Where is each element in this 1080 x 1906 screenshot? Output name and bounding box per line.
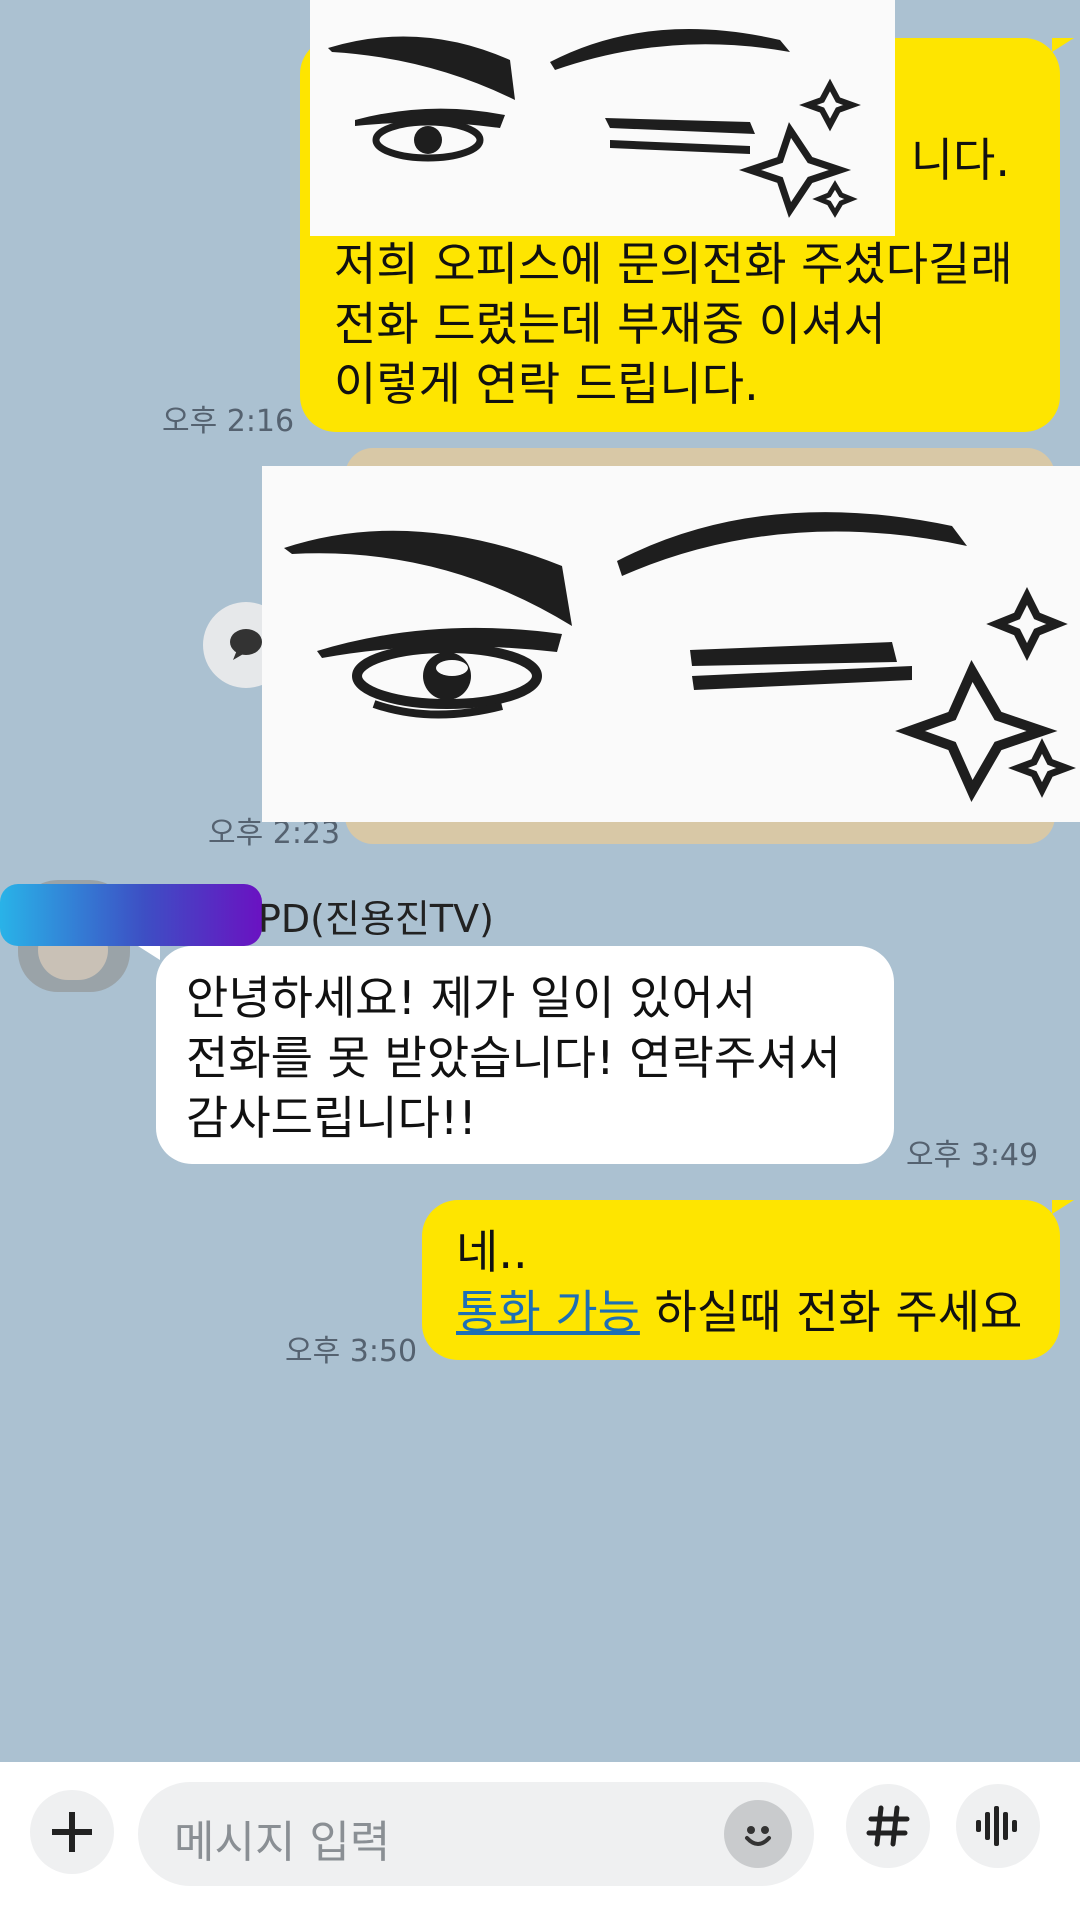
message-line: 저희 오피스에 문의전화 주셨다길래: [334, 237, 1013, 291]
name-censor-bar: [0, 884, 262, 946]
voice-icon: [976, 1806, 1017, 1846]
sender-name: PD(진용진TV): [258, 897, 494, 941]
wink-eyes-sticker-overlay: [262, 466, 1080, 822]
message-line: 전화 드렸는데 부재중 이셔서: [334, 297, 886, 351]
message-input-placeholder: 메시지 입력: [174, 1817, 391, 1868]
message-line: 이렇게 연락 드립니다.: [334, 357, 759, 411]
message-line: 전화를 못 받았습니다! 연락주셔서: [186, 1031, 841, 1085]
message-line: 니다.: [910, 133, 1010, 187]
message-line: 감사드립니다!!: [186, 1091, 477, 1145]
bubble-tail: [1052, 38, 1074, 52]
wink-eyes-sticker-overlay: [310, 0, 895, 236]
message-input-bar: 메시지 입력: [0, 1762, 1080, 1906]
message-input[interactable]: 메시지 입력: [138, 1782, 814, 1886]
bubble-tail: [1052, 1200, 1074, 1214]
message-time: 오후 3:50: [285, 1334, 418, 1369]
hashtag-button[interactable]: [846, 1784, 930, 1868]
message-time: 오후 2:16: [162, 404, 295, 439]
bubble-tail: [138, 946, 160, 960]
attach-button[interactable]: [30, 1790, 114, 1874]
chat-area[interactable]: 니다. 저희 오피스에 문의전화 주셨다길래 전화 드렸는데 부재중 이셔서 이…: [0, 0, 1080, 1762]
plus-icon: [52, 1812, 92, 1852]
message-text: 하실때 전화 주세요: [639, 1285, 1023, 1339]
my-message-bubble[interactable]: 네.. 통화 가능 하실때 전화 주세요: [422, 1200, 1060, 1360]
voice-button[interactable]: [956, 1784, 1040, 1868]
emoji-icon: [745, 1826, 771, 1846]
hashtag-icon: [866, 1805, 910, 1847]
emoji-button[interactable]: [724, 1800, 792, 1868]
message-line: 안녕하세요! 제가 일이 있어서: [186, 971, 757, 1025]
message-line: 통화 가능 하실때 전화 주세요: [456, 1282, 1022, 1342]
message-line: 네..: [456, 1225, 528, 1279]
message-time: 오후 3:49: [906, 1138, 1039, 1173]
other-message-bubble[interactable]: 안녕하세요! 제가 일이 있어서 전화를 못 받았습니다! 연락주셔서 감사드립…: [156, 946, 894, 1164]
phone-call-link[interactable]: 통화 가능: [456, 1285, 640, 1339]
